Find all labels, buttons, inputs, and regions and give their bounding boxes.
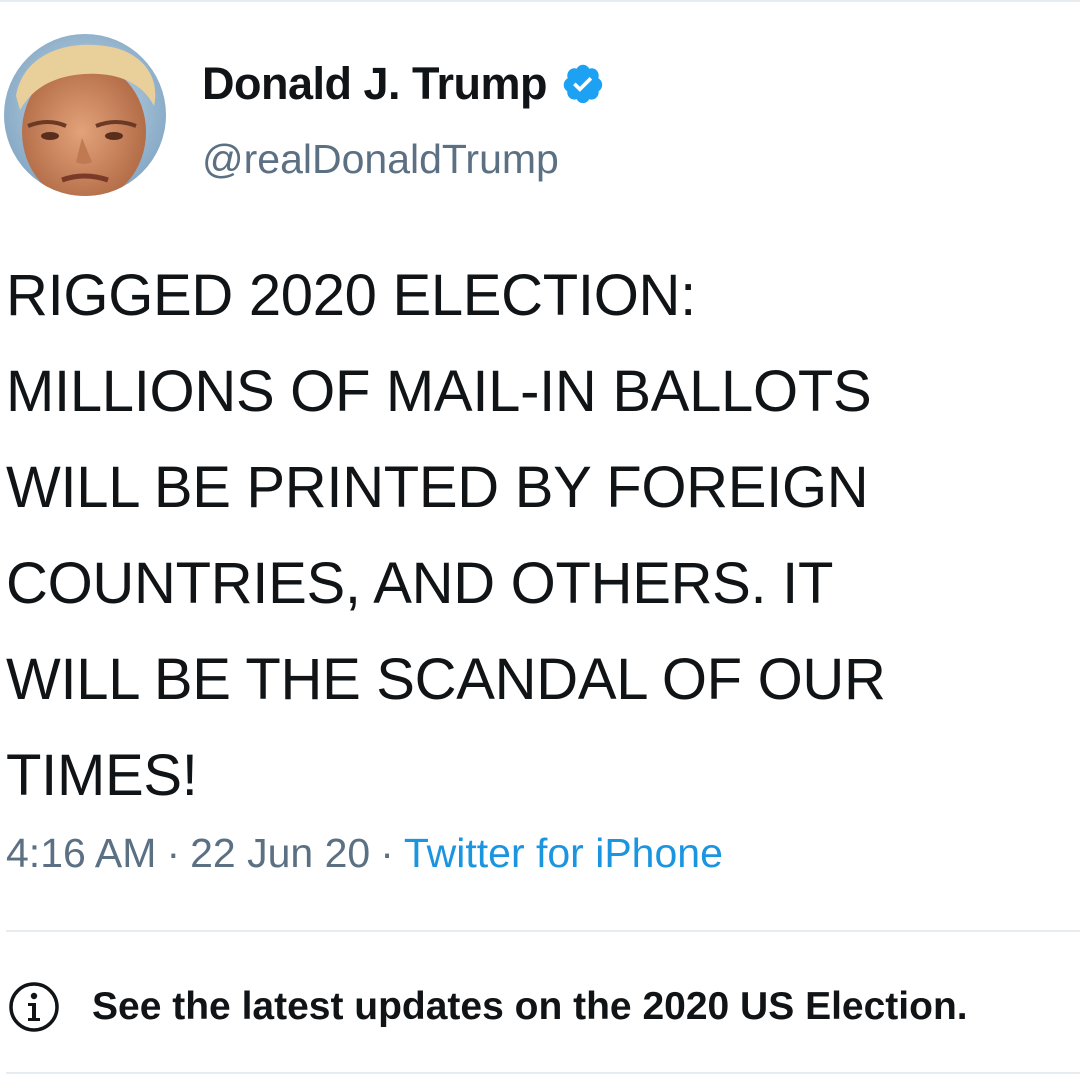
- tweet-line: WILL BE PRINTED BY FOREIGN: [6, 455, 869, 520]
- verified-badge-icon: [563, 64, 603, 104]
- election-notice[interactable]: See the latest updates on the 2020 US El…: [8, 980, 968, 1034]
- tweet-meta: 4:16 AM · 22 Jun 20 · Twitter for iPhone: [6, 830, 723, 877]
- profile-photo-icon: [4, 34, 166, 196]
- tweet-text: RIGGED 2020 ELECTION: MILLIONS OF MAIL-I…: [6, 248, 1076, 824]
- tweet-source-link[interactable]: Twitter for iPhone: [404, 830, 723, 876]
- author-name-row[interactable]: Donald J. Trump: [202, 54, 605, 114]
- tweet-line: TIMES!: [6, 743, 198, 808]
- meta-separator: ·: [166, 830, 181, 876]
- divider: [6, 1072, 1080, 1074]
- tweet-line: COUNTRIES, AND OTHERS. IT: [6, 551, 834, 616]
- tweet-line: WILL BE THE SCANDAL OF OUR: [6, 647, 886, 712]
- tweet-line: MILLIONS OF MAIL-IN BALLOTS: [6, 359, 872, 424]
- divider: [6, 930, 1080, 932]
- avatar[interactable]: [4, 34, 166, 196]
- top-divider: [0, 0, 1080, 2]
- tweet-line: RIGGED 2020 ELECTION:: [6, 263, 696, 328]
- election-notice-text[interactable]: See the latest updates on the 2020 US El…: [92, 985, 968, 1029]
- info-icon: [9, 982, 59, 1032]
- tweet-time[interactable]: 4:16 AM: [6, 830, 156, 876]
- tweet-date[interactable]: 22 Jun 20: [190, 830, 370, 876]
- display-name[interactable]: Donald J. Trump: [202, 58, 548, 110]
- meta-separator: ·: [380, 830, 394, 876]
- author-handle[interactable]: @realDonaldTrump: [202, 136, 559, 183]
